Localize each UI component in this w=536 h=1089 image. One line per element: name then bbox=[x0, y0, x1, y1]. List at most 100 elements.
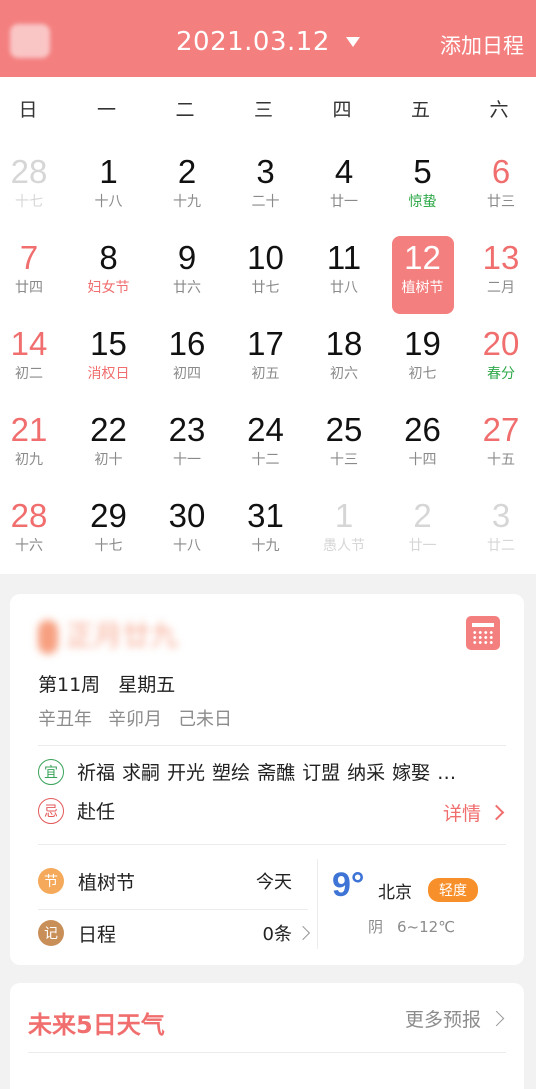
schedule-row[interactable]: 记 日程 0条 bbox=[38, 909, 311, 957]
calendar-icon[interactable] bbox=[466, 616, 500, 650]
day-cell[interactable]: 26 十四 bbox=[392, 408, 454, 486]
day-cell[interactable]: 18 初六 bbox=[313, 322, 375, 400]
lunar-day-label: 廿二 bbox=[487, 538, 515, 554]
suitable-item: 塑绘 bbox=[212, 762, 251, 784]
chevron-right-icon bbox=[295, 925, 311, 941]
lunar-day-label: 十三 bbox=[330, 452, 358, 468]
day-cell[interactable]: 6 廿三 bbox=[470, 150, 532, 228]
day-number: 16 bbox=[168, 325, 206, 362]
day-number: 15 bbox=[90, 325, 127, 362]
day-cell[interactable]: 22 初十 bbox=[78, 408, 140, 486]
day-cell[interactable]: 15 消权日 bbox=[78, 322, 140, 400]
avoid-badge-icon: 忌 bbox=[38, 797, 64, 824]
day-number: 1 bbox=[99, 153, 118, 190]
day-cell[interactable]: 7 廿四 bbox=[0, 236, 60, 314]
lunar-day-label: 妇女节 bbox=[87, 280, 130, 296]
day-number: 20 bbox=[482, 325, 520, 362]
lunar-day-label: 愚人节 bbox=[323, 538, 365, 554]
lunar-day-label: 春分 bbox=[487, 366, 515, 382]
schedule-badge-icon: 记 bbox=[38, 920, 64, 946]
add-schedule-button[interactable]: 添加日程 bbox=[440, 30, 524, 60]
weekday-label: 日 bbox=[18, 99, 38, 121]
week-info: 第11周 星期五 bbox=[38, 670, 175, 697]
lunar-day-label: 廿八 bbox=[330, 280, 358, 296]
day-number: 18 bbox=[325, 325, 363, 362]
day-number: 19 bbox=[404, 325, 441, 362]
day-number: 4 bbox=[334, 153, 354, 190]
day-cell-selected[interactable]: 12 植树节 bbox=[391, 236, 454, 314]
day-cell[interactable]: 23 十一 bbox=[156, 408, 218, 486]
day-cell[interactable]: 8 妇女节 bbox=[78, 236, 140, 314]
day-number: 21 bbox=[10, 411, 48, 448]
lunar-day-label: 廿六 bbox=[173, 280, 201, 296]
day-cell[interactable]: 1 十八 bbox=[78, 150, 140, 228]
ganzhi-info: 辛丑年 辛卯月 己未日 bbox=[38, 705, 232, 731]
day-cell[interactable]: 11 廿八 bbox=[313, 236, 375, 314]
details-link[interactable]: 详情 bbox=[442, 799, 505, 826]
day-cell[interactable]: 30 十八 bbox=[156, 494, 218, 572]
weekday-label: 星期五 bbox=[118, 674, 176, 696]
day-cell[interactable]: 3 廿二 bbox=[470, 494, 532, 572]
day-number: 24 bbox=[247, 411, 284, 448]
festival-label: 植树节 bbox=[78, 871, 136, 894]
lunar-day-label: 惊蛰 bbox=[408, 194, 437, 210]
day-cell[interactable]: 25 十三 bbox=[313, 408, 375, 486]
day-cell[interactable]: 5 惊蛰 bbox=[392, 150, 454, 228]
day-number: 27 bbox=[482, 411, 520, 448]
avoid-row[interactable]: 忌 赴任 bbox=[38, 797, 115, 824]
day-number: 1 bbox=[334, 497, 354, 534]
festival-row[interactable]: 节 植树节 今天 bbox=[38, 857, 308, 905]
day-cell[interactable]: 19 初七 bbox=[392, 322, 454, 400]
weather-widget[interactable]: 9° 北京 轻度 阴 6~12℃ bbox=[332, 866, 512, 946]
day-cell[interactable]: 27 十五 bbox=[470, 408, 532, 486]
date-picker-button[interactable]: 2021.03.12 bbox=[176, 24, 360, 60]
lunar-day-label: 初十 bbox=[94, 452, 123, 468]
day-number: 12 bbox=[404, 239, 441, 276]
day-cell[interactable]: 10 廿七 bbox=[235, 236, 297, 314]
suitable-row[interactable]: 宜 祈福 求嗣 开光 塑绘 斋醮 订盟 纳采 嫁娶… bbox=[38, 758, 463, 785]
day-cell[interactable]: 17 初五 bbox=[235, 322, 297, 400]
weather-condition: 阴 6~12℃ bbox=[368, 916, 455, 937]
ganzhi-year: 辛丑年 bbox=[38, 709, 92, 730]
day-cell[interactable]: 24 十二 bbox=[235, 408, 297, 486]
day-cell[interactable]: 4 廿一 bbox=[313, 150, 375, 228]
lunar-date-text: 正月廿九 bbox=[66, 619, 179, 652]
top-bar: 2021.03.12 添加日程 bbox=[0, 0, 536, 77]
day-cell[interactable]: 29 十七 bbox=[78, 494, 140, 572]
day-number: 9 bbox=[177, 239, 197, 276]
suitable-item: 开光 bbox=[167, 762, 206, 784]
suitable-item: 嫁娶 bbox=[392, 762, 431, 784]
day-number: 13 bbox=[482, 239, 520, 276]
day-cell[interactable]: 31 十九 bbox=[235, 494, 297, 572]
day-cell[interactable]: 28 十七 bbox=[0, 150, 60, 228]
more-forecast-link[interactable]: 更多预报 bbox=[405, 1005, 505, 1032]
app-logo-icon[interactable] bbox=[10, 24, 50, 58]
day-cell[interactable]: 9 廿六 bbox=[156, 236, 218, 314]
day-number: 3 bbox=[256, 153, 275, 190]
day-cell[interactable]: 14 初二 bbox=[0, 322, 60, 400]
day-number: 8 bbox=[99, 239, 118, 276]
day-number: 28 bbox=[10, 153, 48, 190]
day-cell[interactable]: 2 十九 bbox=[156, 150, 218, 228]
day-cell[interactable]: 20 春分 bbox=[470, 322, 532, 400]
day-number: 5 bbox=[413, 153, 432, 190]
day-cell[interactable]: 28 十六 bbox=[0, 494, 60, 572]
day-cell[interactable]: 2 廿一 bbox=[392, 494, 454, 572]
divider bbox=[28, 1052, 506, 1053]
lunar-day-label: 十六 bbox=[15, 538, 43, 554]
day-cell[interactable]: 13 二月 bbox=[470, 236, 532, 314]
lunar-day-label: 廿七 bbox=[251, 280, 280, 296]
day-cell[interactable]: 3 二十 bbox=[235, 150, 297, 228]
day-number: 10 bbox=[247, 239, 284, 276]
chevron-right-icon bbox=[488, 1010, 505, 1027]
forecast-title: 未来5日天气 bbox=[28, 1011, 165, 1039]
lunar-day-label: 廿三 bbox=[487, 194, 515, 210]
day-cell[interactable]: 1 愚人节 bbox=[313, 494, 375, 572]
details-label: 详情 bbox=[442, 803, 481, 825]
day-number: 7 bbox=[19, 239, 39, 276]
suitable-badge-icon: 宜 bbox=[38, 758, 64, 785]
lunar-day-label: 初四 bbox=[173, 366, 201, 382]
day-cell[interactable]: 21 初九 bbox=[0, 408, 60, 486]
day-cell[interactable]: 16 初四 bbox=[156, 322, 218, 400]
lunar-day-label: 十七 bbox=[94, 538, 123, 554]
